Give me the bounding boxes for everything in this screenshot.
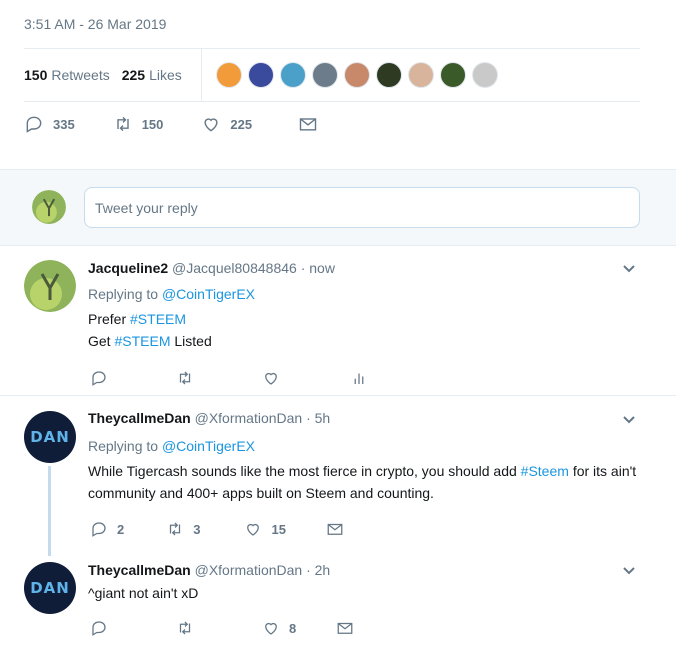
more-options[interactable] — [622, 564, 640, 582]
reply-icon — [92, 621, 106, 636]
chevron-down-icon — [623, 567, 635, 575]
liker-avatar[interactable] — [344, 62, 370, 88]
retweets-stat[interactable]: 150 Retweets — [24, 67, 110, 83]
display-name[interactable]: Jacqueline2 — [88, 260, 168, 276]
retweet-button[interactable] — [176, 619, 194, 637]
retweet-button[interactable]: 150 — [113, 114, 163, 134]
liker-avatar[interactable] — [216, 62, 242, 88]
analytics-button[interactable] — [350, 369, 368, 387]
retweet-icon — [179, 371, 191, 385]
reply-icon — [92, 522, 106, 537]
direct-message-button[interactable] — [336, 619, 354, 637]
avatar[interactable]: DAN — [24, 411, 76, 463]
reply-button[interactable]: 335 — [24, 114, 75, 134]
tweet-header: TheycallmeDan @XformationDan · 5h — [88, 410, 330, 426]
avatar[interactable] — [24, 260, 76, 312]
reply-tweet[interactable]: DAN TheycallmeDan @XformationDan · 2h ^g… — [0, 548, 676, 650]
heart-icon — [204, 118, 218, 132]
chevron-down-icon — [623, 265, 635, 273]
liker-avatar[interactable] — [248, 62, 274, 88]
direct-message-button[interactable] — [298, 114, 318, 134]
main-tweet-actions: 335 150 225 — [24, 114, 318, 134]
user-avatar[interactable] — [32, 190, 66, 224]
display-name[interactable]: TheycallmeDan — [88, 410, 191, 426]
mention-link[interactable]: @CoinTigerEX — [162, 286, 255, 302]
retweet-button[interactable]: 3 — [166, 520, 200, 538]
tweet-text: While Tigercash sounds like the most fie… — [88, 463, 637, 501]
like-button[interactable]: 225 — [201, 114, 252, 134]
like-button[interactable]: 15 — [244, 520, 286, 538]
more-options[interactable] — [622, 262, 640, 280]
tweet-time[interactable]: · now — [301, 260, 335, 276]
tweet-header: Jacqueline2 @Jacquel80848846 · now — [88, 260, 335, 276]
user-handle[interactable]: @XformationDan — [195, 562, 303, 578]
reply-button[interactable] — [90, 619, 108, 637]
tweet-actions: 8 — [90, 619, 354, 637]
heart-icon — [247, 523, 260, 536]
envelope-icon — [327, 523, 343, 535]
tweet-actions: 2 3 15 — [90, 520, 344, 538]
replying-to: Replying to @CoinTigerEX — [88, 438, 255, 454]
mention-link[interactable]: @CoinTigerEX — [162, 438, 255, 454]
envelope-icon — [337, 622, 353, 634]
tweet-actions — [90, 369, 368, 387]
liker-avatar[interactable] — [280, 62, 306, 88]
hashtag-link[interactable]: #STEEM — [114, 333, 170, 349]
tweet-header: TheycallmeDan @XformationDan · 2h — [88, 562, 330, 578]
avatar[interactable]: DAN — [24, 562, 76, 614]
liker-avatar[interactable] — [312, 62, 338, 88]
hashtag-link[interactable]: #STEEM — [130, 311, 186, 327]
heart-icon — [265, 622, 277, 635]
reply-tweet[interactable]: DAN TheycallmeDan @XformationDan · 5h Re… — [0, 397, 676, 547]
liker-avatar[interactable] — [440, 62, 466, 88]
tweet-time[interactable]: · 5h — [306, 410, 330, 426]
retweet-icon — [116, 116, 129, 132]
retweet-icon — [179, 621, 191, 635]
retweet-icon — [170, 522, 181, 536]
reply-icon — [92, 371, 106, 386]
reply-button[interactable] — [90, 369, 108, 387]
display-name[interactable]: TheycallmeDan — [88, 562, 191, 578]
heart-icon — [265, 372, 277, 385]
user-handle[interactable]: @Jacquel80848846 — [172, 260, 297, 276]
reply-button[interactable]: 2 — [90, 520, 124, 538]
stats-divider — [201, 49, 202, 101]
replying-to: Replying to @CoinTigerEX — [88, 286, 255, 302]
liker-avatar[interactable] — [376, 62, 402, 88]
more-options[interactable] — [622, 413, 640, 431]
reply-icon — [26, 116, 42, 133]
tweet-time[interactable]: · 2h — [306, 562, 330, 578]
likers-avatars — [216, 62, 504, 88]
thread-connector — [48, 466, 51, 556]
reply-tweet[interactable]: Jacqueline2 @Jacquel80848846 · now Reply… — [0, 246, 676, 396]
tweet-reply-input[interactable]: Tweet your reply — [84, 187, 640, 228]
like-button[interactable] — [262, 369, 280, 387]
retweet-button[interactable] — [176, 369, 194, 387]
direct-message-button[interactable] — [326, 520, 344, 538]
likes-stat[interactable]: 225 Likes — [122, 67, 182, 83]
like-button[interactable]: 8 — [262, 619, 296, 637]
envelope-icon — [299, 118, 317, 131]
reply-composer: Tweet your reply — [0, 169, 676, 246]
liker-avatar[interactable] — [472, 62, 498, 88]
tweet-timestamp: 3:51 AM - 26 Mar 2019 — [24, 16, 167, 32]
tweet-text: ^giant not ain't xD — [88, 585, 199, 601]
user-handle[interactable]: @XformationDan — [195, 410, 303, 426]
hashtag-link[interactable]: #Steem — [521, 463, 569, 479]
chevron-down-icon — [623, 416, 635, 424]
engagement-stats: 150 Retweets 225 Likes — [24, 48, 640, 102]
analytics-icon — [354, 373, 364, 384]
liker-avatar[interactable] — [408, 62, 434, 88]
tweet-text: Prefer #STEEM Get #STEEM Listed — [88, 311, 212, 349]
